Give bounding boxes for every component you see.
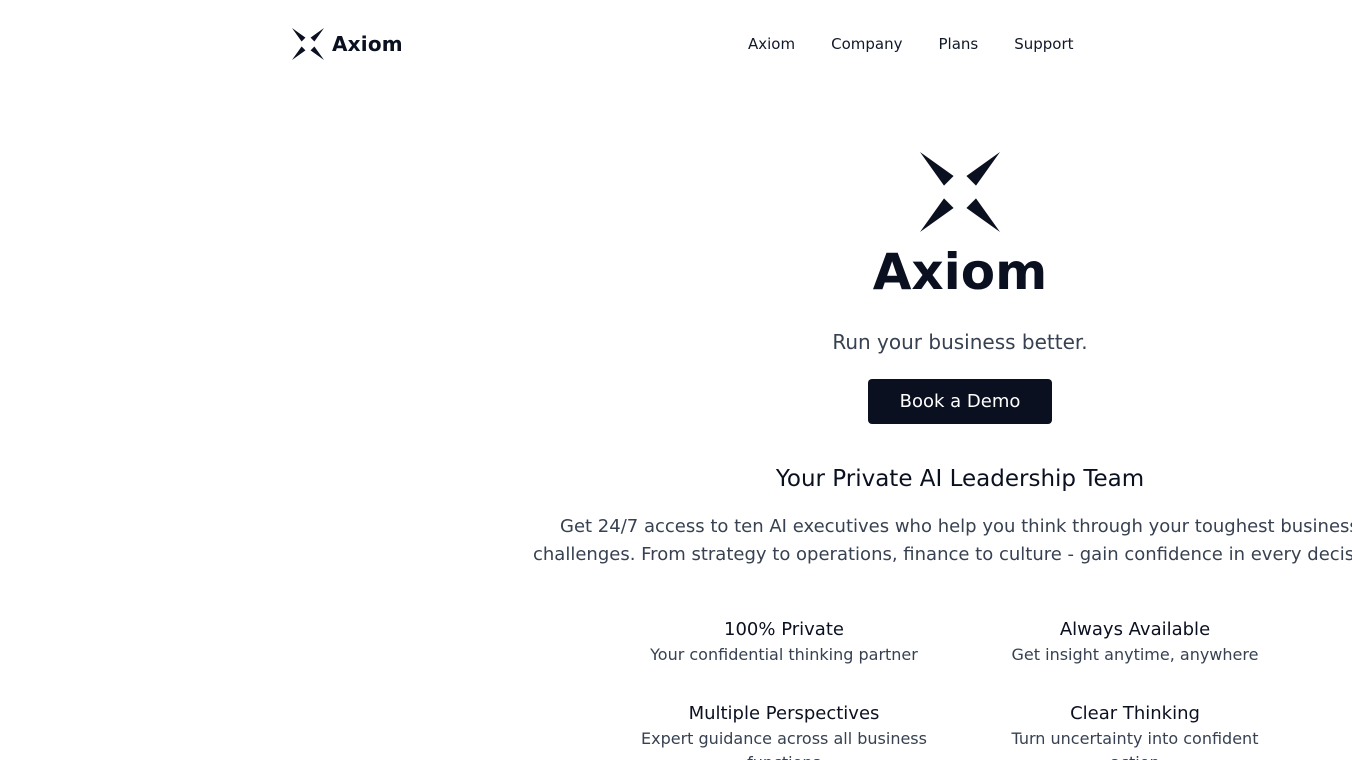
feature-title: Multiple Perspectives: [688, 703, 880, 724]
nav-item-company[interactable]: Company: [813, 33, 920, 55]
feature-clear-thinking: Clear Thinking Turn uncertainty into con…: [985, 701, 1285, 760]
hero-axiom-star-icon: [920, 152, 1000, 232]
brand-logo-link[interactable]: Axiom: [292, 27, 403, 61]
feature-title: Clear Thinking: [1070, 703, 1200, 724]
section-description-line-2: challenges. From strategy to operations,…: [533, 544, 1352, 565]
hero-tagline: Run your business better.: [832, 330, 1088, 354]
nav-item-plans[interactable]: Plans: [920, 33, 996, 55]
main-nav: Axiom Company Plans Support: [730, 33, 1092, 55]
feature-private: 100% Private Your confidential thinking …: [634, 617, 934, 667]
page: Axiom Axiom Company Plans Support Axiom …: [0, 0, 1352, 760]
section-description: Get 24/7 access to ten AI executives who…: [533, 513, 1352, 569]
book-demo-button[interactable]: Book a Demo: [868, 379, 1052, 424]
nav-item-axiom[interactable]: Axiom: [730, 33, 813, 55]
brand-name: Axiom: [332, 32, 403, 56]
feature-title: 100% Private: [724, 619, 844, 640]
feature-always-available: Always Available Get insight anytime, an…: [985, 617, 1285, 667]
section-title: Your Private AI Leadership Team: [775, 466, 1145, 492]
section-description-line-1: Get 24/7 access to ten AI executives who…: [560, 516, 1352, 537]
hero-title: Axiom: [872, 243, 1048, 301]
axiom-star-icon: [292, 28, 324, 60]
feature-description: Get insight anytime, anywhere: [1011, 645, 1259, 664]
feature-description: Expert guidance across all business func…: [641, 729, 927, 760]
feature-multiple-perspectives: Multiple Perspectives Expert guidance ac…: [634, 701, 934, 760]
feature-description: Your confidential thinking partner: [650, 645, 918, 664]
feature-title: Always Available: [1059, 619, 1211, 640]
feature-description: Turn uncertainty into confident action: [1011, 729, 1259, 760]
nav-item-support[interactable]: Support: [996, 33, 1091, 55]
